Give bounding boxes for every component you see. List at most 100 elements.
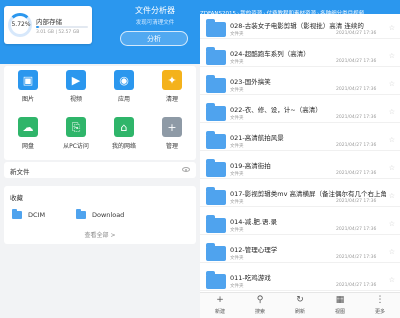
- category-tile[interactable]: ✦ 清理: [148, 66, 196, 112]
- star-icon[interactable]: ☆: [389, 192, 395, 200]
- star-icon[interactable]: ☆: [389, 52, 395, 60]
- breadcrumb-item[interactable]: ZDFANS2015: [200, 7, 236, 14]
- file-type: 文件夹: [230, 32, 244, 37]
- folder-icon: [12, 209, 22, 219]
- category-tile[interactable]: ◉ 应用: [100, 66, 148, 112]
- file-type: 文件夹: [230, 144, 244, 149]
- eye-icon[interactable]: [182, 167, 190, 172]
- file-name: 028-古装女子电影剪辑（影视批）高清 连续的: [230, 22, 364, 30]
- file-type: 文件夹: [230, 256, 244, 261]
- toolbar-label: 更多: [374, 309, 385, 315]
- file-date: 2021/04/27 17:36: [336, 31, 377, 36]
- category-label: 视频: [69, 96, 82, 103]
- star-icon[interactable]: ☆: [389, 164, 395, 172]
- list-item[interactable]: 019-高清街拍 文件夹 2021/04/27 17:36 ☆: [200, 158, 400, 179]
- file-list: 028-古装女子电影剪辑（影视批）高清 连续的 文件夹 2021/04/27 17:…: [200, 14, 400, 292]
- file-type: 文件夹: [230, 60, 244, 65]
- chevron-right-icon: ›: [316, 11, 320, 14]
- breadcrumb-item[interactable]: 我的资源: [240, 7, 262, 14]
- list-item[interactable]: 022-衣、修、设，计~（高清） 文件夹 2021/04/27 17:36 ☆: [200, 102, 400, 123]
- file-date: 2021/04/27 17:36: [336, 255, 377, 260]
- image-icon: ▣: [18, 70, 38, 90]
- star-icon[interactable]: ☆: [389, 24, 395, 32]
- folder-icon: [206, 159, 226, 177]
- pc-access-icon: ⎘: [66, 117, 86, 137]
- star-icon[interactable]: ☆: [389, 248, 395, 256]
- list-item[interactable]: 017-影视剪辑类mv 高清横屏（备注偶尔有几个右上角有小水印用手机剪映一键完美…: [200, 186, 400, 207]
- category-label: 图片: [21, 96, 34, 103]
- star-icon[interactable]: ☆: [389, 136, 395, 144]
- category-tile[interactable]: ▣ 图片: [4, 66, 52, 112]
- chevron-right-icon: ›: [237, 11, 240, 14]
- grid-view-icon: ▦: [335, 295, 345, 305]
- file-browser-panel: ZDFANS2015›我的资源›付费教程和素材资源›各种细分类目视频 028-古…: [200, 0, 400, 318]
- folder-icon: [206, 103, 226, 121]
- file-type: 文件夹: [230, 200, 244, 205]
- file-date: 2021/04/27 17:36: [336, 227, 377, 232]
- favorite-label: DCIM: [28, 211, 46, 219]
- storage-size: 3.01 GB | 52.57 GB: [36, 30, 80, 35]
- toolbar-button[interactable]: + 新建: [200, 293, 240, 318]
- file-date: 2021/04/27 17:36: [336, 283, 377, 288]
- category-label: 管理: [165, 143, 178, 150]
- list-item[interactable]: 028-古装女子电影剪辑（影视批）高清 连续的 文件夹 2021/04/27 17:…: [200, 18, 400, 39]
- file-name: 011-吃鸡游戏: [230, 274, 271, 282]
- storage-usage-bar: [36, 26, 88, 28]
- list-item[interactable]: 012-管理心理学 文件夹 2021/04/27 17:36 ☆: [200, 242, 400, 263]
- analyze-button[interactable]: 分析: [120, 31, 188, 46]
- toolbar-label: 刷新: [294, 309, 305, 315]
- toolbar-button[interactable]: ▦ 视图: [320, 293, 360, 318]
- star-icon[interactable]: ☆: [389, 80, 395, 88]
- category-tile[interactable]: ⌂ 我的网络: [100, 113, 148, 159]
- file-name: 024-超酷跑车系列（高清）: [230, 50, 310, 58]
- folder-icon: [206, 131, 226, 149]
- folder-icon: [206, 75, 226, 93]
- breadcrumb-item[interactable]: 付费教程和素材资源: [266, 7, 316, 14]
- toolbar-button[interactable]: ⋮ 更多: [360, 293, 400, 318]
- category-tile[interactable]: ⎘ 从PC访问: [52, 113, 100, 159]
- star-icon[interactable]: ☆: [389, 276, 395, 284]
- analyzer-title: 文件分析器: [135, 6, 175, 15]
- file-name: 014-减.肥.语.录: [230, 218, 277, 226]
- toolbar-label: 视图: [334, 309, 345, 315]
- category-tile[interactable]: + 管理: [148, 113, 196, 159]
- file-name: 012-管理心理学: [230, 246, 278, 254]
- star-icon[interactable]: ☆: [389, 108, 395, 116]
- file-type: 文件夹: [230, 284, 244, 289]
- list-item[interactable]: 014-减.肥.语.录 文件夹 2021/04/27 17:36 ☆: [200, 214, 400, 235]
- new-files-row[interactable]: 新文件: [4, 162, 196, 178]
- list-item[interactable]: 023-国外搞笑 文件夹 2021/04/27 17:36 ☆: [200, 74, 400, 95]
- file-date: 2021/04/27 17:36: [336, 59, 377, 64]
- list-item[interactable]: 021-高清航拍风景 文件夹 2021/04/27 17:36 ☆: [200, 130, 400, 151]
- list-item[interactable]: 011-吃鸡游戏 文件夹 2021/04/27 17:36 ☆: [200, 270, 400, 291]
- folder-icon: [206, 19, 226, 37]
- file-date: 2021/04/27 17:36: [336, 115, 377, 120]
- category-tile[interactable]: ☁ 网盘: [4, 113, 52, 159]
- category-label: 从PC访问: [63, 143, 89, 150]
- breadcrumb: ZDFANS2015›我的资源›付费教程和素材资源›各种细分类目视频: [200, 0, 400, 14]
- toolbar-label: 搜索: [254, 309, 265, 315]
- internal-storage-card[interactable]: 5.72% 内部存储 3.01 GB | 52.57 GB: [4, 6, 92, 44]
- category-label: 清理: [165, 96, 178, 103]
- star-icon[interactable]: ☆: [389, 220, 395, 228]
- cloud-drive-icon: ☁: [18, 117, 38, 137]
- more-icon: ⋮: [375, 295, 385, 305]
- list-item[interactable]: 024-超酷跑车系列（高清） 文件夹 2021/04/27 17:36 ☆: [200, 46, 400, 67]
- see-all-link[interactable]: 查看全部 >: [4, 230, 196, 239]
- folder-icon: [76, 209, 86, 219]
- plus-icon: +: [162, 117, 182, 137]
- chevron-right-icon: ›: [263, 11, 266, 14]
- broom-icon: ✦: [162, 70, 182, 90]
- favorite-item-dcim[interactable]: DCIM: [12, 209, 46, 219]
- bottom-toolbar: + 新建 ⚲ 搜索 ↻ 刷新 ▦ 视图 ⋮ 更多: [200, 292, 400, 318]
- plus-icon: +: [216, 295, 224, 305]
- favorite-item-download[interactable]: Download: [76, 209, 124, 219]
- toolbar-button[interactable]: ⚲ 搜索: [240, 293, 280, 318]
- file-type: 文件夹: [230, 172, 244, 177]
- breadcrumb-item[interactable]: 各种细分类目视频: [320, 7, 364, 14]
- toolbar-button[interactable]: ↻ 刷新: [280, 293, 320, 318]
- file-date: 2021/04/27 17:36: [336, 87, 377, 92]
- category-tile[interactable]: ▶ 视频: [52, 66, 100, 112]
- storage-percent: 5.72%: [11, 21, 31, 28]
- file-name: 021-高清航拍风景: [230, 134, 284, 142]
